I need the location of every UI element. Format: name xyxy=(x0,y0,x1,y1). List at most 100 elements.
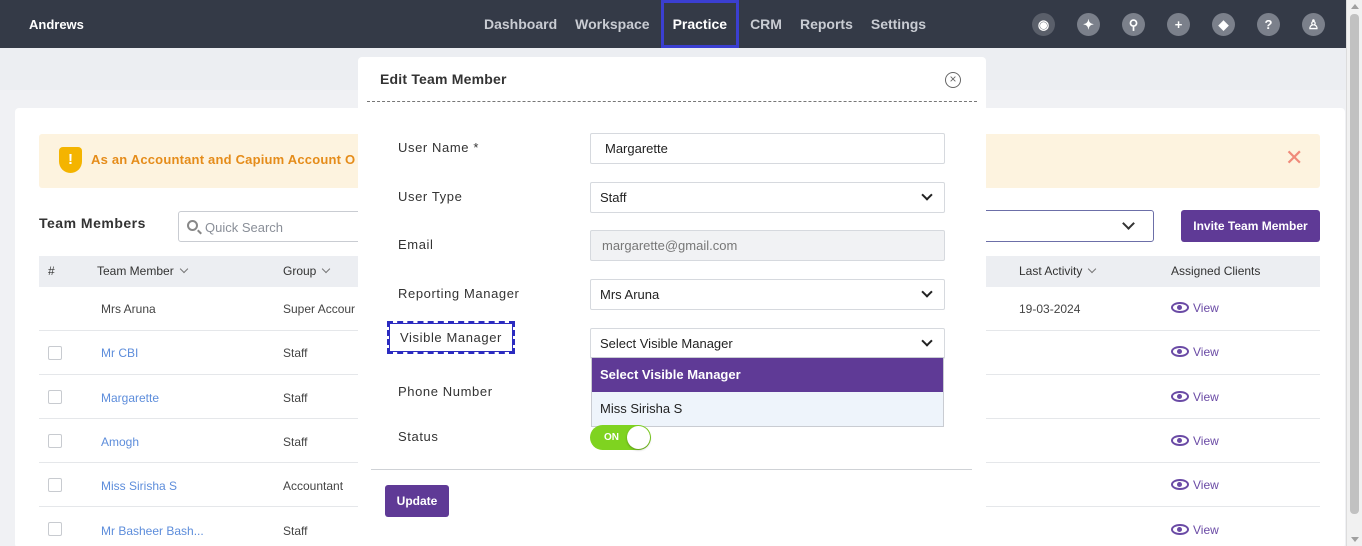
scroll-down-icon[interactable] xyxy=(1351,537,1359,542)
user-name-label: User Name * xyxy=(398,140,480,155)
eye-icon xyxy=(1171,391,1189,403)
status-toggle[interactable]: ON xyxy=(590,425,651,450)
user-type-label: User Type xyxy=(398,189,463,204)
main-nav: Dashboard Workspace Practice CRM Reports… xyxy=(475,0,935,48)
col-number: # xyxy=(48,264,55,278)
vertical-scrollbar[interactable] xyxy=(1346,0,1362,546)
email-field xyxy=(590,230,945,261)
member-name: Mrs Aruna xyxy=(101,302,156,316)
member-group: Staff xyxy=(283,435,308,449)
col-assigned-clients: Assigned Clients xyxy=(1171,264,1261,278)
nav-workspace[interactable]: Workspace xyxy=(566,0,658,48)
member-group: Accountant xyxy=(283,479,344,493)
sort-caret-icon xyxy=(322,264,331,274)
view-label: View xyxy=(1193,523,1219,537)
close-icon[interactable]: × xyxy=(945,72,961,88)
scroll-up-icon[interactable] xyxy=(1351,4,1359,9)
view-label: View xyxy=(1193,301,1219,315)
warning-shield-icon: ! xyxy=(59,147,82,173)
view-clients-link[interactable]: View xyxy=(1171,301,1219,315)
team-members-title: Team Members xyxy=(39,215,146,231)
col-group-label: Group xyxy=(283,264,317,278)
reporting-manager-value: Mrs Aruna xyxy=(600,287,660,302)
update-button[interactable]: Update xyxy=(385,485,449,517)
member-group: Staff xyxy=(283,346,308,360)
chevron-down-icon xyxy=(921,286,933,298)
filter-select[interactable] xyxy=(960,210,1154,242)
chevron-down-icon xyxy=(1122,217,1135,230)
visible-manager-dropdown: Select Visible Manager Miss Sirisha S xyxy=(591,357,944,427)
alert-close-icon[interactable]: ✕ xyxy=(1285,147,1303,169)
reporting-manager-select[interactable]: Mrs Aruna xyxy=(590,279,945,310)
row-checkbox[interactable] xyxy=(48,434,62,448)
scroll-thumb[interactable] xyxy=(1350,14,1359,514)
member-last-activity: 19-03-2024 xyxy=(1019,302,1081,316)
dropdown-option[interactable]: Miss Sirisha S xyxy=(592,392,943,426)
view-clients-link[interactable]: View xyxy=(1171,434,1219,448)
col-last-activity-label: Last Activity xyxy=(1019,264,1083,278)
view-clients-link[interactable]: View xyxy=(1171,478,1219,492)
member-name-link[interactable]: Mr CBI xyxy=(101,346,138,360)
row-checkbox[interactable] xyxy=(48,346,62,360)
status-label: Status xyxy=(398,429,439,444)
top-icons: ◉ ✦ ⚲ + ◆ ? ♙ xyxy=(1032,13,1325,36)
visible-manager-value: Select Visible Manager xyxy=(600,336,733,351)
member-group: Staff xyxy=(283,524,308,538)
modal-footer-divider xyxy=(371,469,972,470)
invite-team-member-button[interactable]: Invite Team Member xyxy=(1181,210,1320,242)
nav-settings[interactable]: Settings xyxy=(862,0,935,48)
member-name-link[interactable]: Amogh xyxy=(101,435,139,449)
eye-icon xyxy=(1171,435,1189,447)
toggle-label: ON xyxy=(604,432,619,443)
eye-icon xyxy=(1171,524,1189,536)
view-clients-link[interactable]: View xyxy=(1171,390,1219,404)
brand-name[interactable]: Andrews xyxy=(29,17,84,32)
dropdown-option[interactable]: Select Visible Manager xyxy=(592,358,943,392)
search-icon[interactable]: ⚲ xyxy=(1122,13,1145,36)
eye-icon xyxy=(1171,479,1189,491)
edit-team-member-modal: Edit Team Member × User Name * User Type… xyxy=(358,57,986,546)
eye-icon xyxy=(1171,302,1189,314)
member-name-link[interactable]: Miss Sirisha S xyxy=(101,479,177,493)
megaphone-icon[interactable]: ✦ xyxy=(1077,13,1100,36)
visible-manager-select[interactable]: Select Visible Manager xyxy=(590,328,945,359)
member-name-link[interactable]: Margarette xyxy=(101,391,159,405)
member-name-link[interactable]: Mr Basheer Bash... xyxy=(101,524,204,538)
user-circle-icon[interactable]: ◉ xyxy=(1032,13,1055,36)
search-icon xyxy=(187,220,198,231)
ticket-icon[interactable]: ◆ xyxy=(1212,13,1235,36)
plus-icon[interactable]: + xyxy=(1167,13,1190,36)
phone-number-label: Phone Number xyxy=(398,384,493,399)
view-label: View xyxy=(1193,434,1219,448)
view-clients-link[interactable]: View xyxy=(1171,345,1219,359)
reporting-manager-label: Reporting Manager xyxy=(398,286,520,301)
search-input[interactable] xyxy=(205,218,355,236)
profile-icon[interactable]: ♙ xyxy=(1302,13,1325,36)
nav-crm[interactable]: CRM xyxy=(741,0,791,48)
member-group: Super Accour xyxy=(283,302,356,316)
nav-reports[interactable]: Reports xyxy=(791,0,862,48)
user-type-value: Staff xyxy=(600,190,627,205)
row-checkbox[interactable] xyxy=(48,478,62,492)
col-group[interactable]: Group xyxy=(283,264,331,278)
modal-divider xyxy=(367,101,977,102)
help-icon[interactable]: ? xyxy=(1257,13,1280,36)
view-label: View xyxy=(1193,345,1219,359)
alert-text: As an Accountant and Capium Account O xyxy=(91,152,356,167)
modal-title: Edit Team Member xyxy=(380,71,507,87)
view-clients-link[interactable]: View xyxy=(1171,523,1219,537)
col-last-activity[interactable]: Last Activity xyxy=(1019,264,1097,278)
view-label: View xyxy=(1193,390,1219,404)
col-team-member[interactable]: Team Member xyxy=(97,264,188,278)
nav-dashboard[interactable]: Dashboard xyxy=(475,0,566,48)
visible-manager-label: Visible Manager xyxy=(387,321,515,354)
row-checkbox[interactable] xyxy=(48,522,62,536)
user-name-input[interactable] xyxy=(590,133,945,164)
row-checkbox[interactable] xyxy=(48,390,62,404)
chevron-down-icon xyxy=(921,189,933,201)
col-team-member-label: Team Member xyxy=(97,264,174,278)
nav-practice[interactable]: Practice xyxy=(660,0,740,48)
user-type-select[interactable]: Staff xyxy=(590,182,945,213)
quick-search[interactable] xyxy=(178,211,368,242)
top-navbar: Andrews Dashboard Workspace Practice CRM… xyxy=(0,0,1346,48)
